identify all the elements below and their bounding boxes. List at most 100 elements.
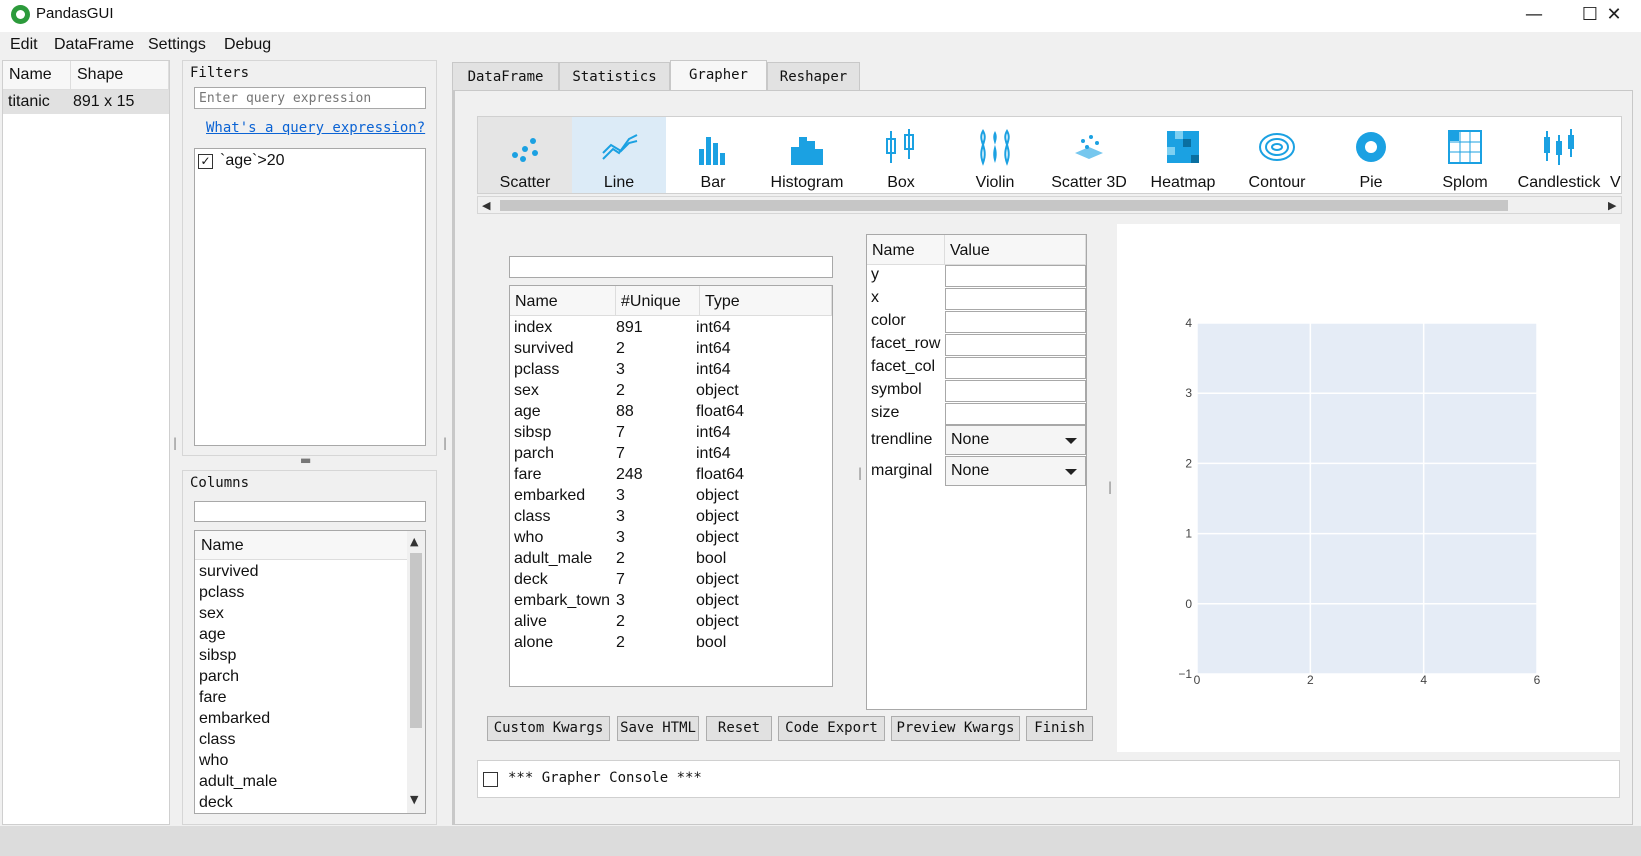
chart-type-violin[interactable]: Violin — [948, 117, 1042, 193]
x-tick-label: 6 — [1534, 673, 1541, 687]
column-list-item[interactable]: fare — [199, 689, 227, 707]
data-column-unique: 7 — [616, 424, 625, 441]
column-list-item[interactable]: pclass — [199, 584, 244, 602]
column-list-item[interactable]: sex — [199, 605, 224, 623]
column-list-item[interactable]: sibsp — [199, 647, 236, 665]
data-col-header-unique[interactable]: #Unique — [616, 286, 700, 316]
finish-button[interactable]: Finish — [1026, 716, 1093, 741]
kwarg-color-input[interactable] — [945, 311, 1086, 333]
chart-type-splom[interactable]: Splom — [1418, 117, 1512, 193]
chart-type-contour[interactable]: Contour — [1230, 117, 1324, 193]
data-column-name: parch — [514, 445, 555, 462]
query-input[interactable] — [194, 87, 426, 109]
plot-area[interactable]: 0246 4 3 2 1 0 −1 — [1117, 224, 1620, 752]
menu-edit[interactable]: Edit — [10, 36, 38, 54]
splitter-handle[interactable]: | — [1108, 480, 1112, 494]
df-header-name[interactable]: Name — [3, 61, 71, 90]
query-help-link[interactable]: What's a query expression? — [206, 120, 425, 136]
splitter-handle[interactable]: | — [173, 436, 177, 450]
column-list-item[interactable]: deck — [199, 794, 233, 812]
menu-settings[interactable]: Settings — [148, 36, 206, 54]
kwarg-marginal-select[interactable]: None — [945, 456, 1086, 486]
filter-expression[interactable]: `age`>20 — [220, 152, 285, 170]
column-list-item[interactable]: class — [199, 731, 235, 749]
kwarg-facet-col-input[interactable] — [945, 357, 1086, 379]
scroll-thumb[interactable] — [500, 200, 1508, 211]
save-html-button[interactable]: Save HTML — [617, 716, 699, 741]
kwarg-trendline-select[interactable]: None — [945, 425, 1086, 455]
df-header-shape[interactable]: Shape — [71, 61, 169, 90]
chart-type-label: Pie — [1359, 174, 1383, 191]
data-column-name: embark_town — [514, 592, 611, 609]
chart-type-line[interactable]: Line — [572, 117, 666, 193]
code-export-button[interactable]: Code Export — [778, 716, 885, 741]
violin-icon — [975, 127, 1015, 167]
data-column-type: object — [696, 382, 739, 399]
chart-type-bar[interactable]: Bar — [666, 117, 760, 193]
column-list-header[interactable]: Name — [195, 531, 407, 560]
column-list-item[interactable]: survived — [199, 563, 259, 581]
tab-statistics[interactable]: Statistics — [559, 62, 670, 90]
y-tick-label: 4 — [1185, 316, 1192, 330]
filter-checkbox[interactable]: ✓ — [198, 154, 213, 169]
column-list-scrollbar[interactable]: ▲ ▼ — [407, 531, 425, 813]
data-column-unique: 248 — [616, 466, 643, 483]
tab-grapher[interactable]: Grapher — [670, 60, 767, 90]
data-column-unique: 2 — [616, 613, 625, 630]
chart-type-heatmap[interactable]: Heatmap — [1136, 117, 1230, 193]
data-column-search-input[interactable] — [509, 256, 833, 278]
data-column-type: float64 — [696, 466, 745, 483]
column-list-item[interactable]: who — [199, 752, 228, 770]
chart-type-scatter-3d[interactable]: Scatter 3D — [1042, 117, 1136, 193]
column-list-item[interactable]: parch — [199, 668, 239, 686]
data-col-header-name[interactable]: Name — [510, 286, 616, 316]
scroll-right-icon[interactable]: ▶ — [1608, 199, 1616, 212]
x-tick-label: 4 — [1420, 673, 1427, 687]
column-list-item[interactable]: embarked — [199, 710, 270, 728]
kwarg-y-input[interactable] — [945, 265, 1086, 287]
chart-type-label: Violin — [975, 174, 1015, 191]
tab-dataframe[interactable]: DataFrame — [452, 62, 559, 90]
window-title: PandasGUI — [36, 5, 114, 22]
kwargs-header-value[interactable]: Value — [945, 235, 1086, 265]
splom-icon — [1445, 127, 1485, 167]
chart-type-scrollbar[interactable]: ◀ ▶ — [477, 196, 1622, 214]
kwarg-x-input[interactable] — [945, 288, 1086, 310]
kwarg-size-input[interactable] — [945, 403, 1086, 425]
data-column-unique: 88 — [616, 403, 634, 420]
console-checkbox[interactable] — [483, 772, 498, 787]
dataframe-row[interactable]: titanic 891 x 15 — [3, 90, 169, 114]
column-search-input[interactable] — [194, 501, 426, 522]
menu-debug[interactable]: Debug — [224, 36, 271, 54]
chart-type-candlestick[interactable]: Candlestick — [1512, 117, 1606, 193]
scroll-down-icon[interactable]: ▼ — [410, 793, 418, 806]
splitter-handle[interactable]: | — [858, 466, 862, 480]
preview-kwargs-button[interactable]: Preview Kwargs — [891, 716, 1020, 741]
scroll-left-icon[interactable]: ◀ — [482, 199, 490, 212]
menu-bar: Edit DataFrame Settings Debug — [0, 32, 1641, 58]
dataframe-list: Name Shape titanic 891 x 15 — [2, 60, 170, 825]
chart-type-pie[interactable]: Pie — [1324, 117, 1418, 193]
close-button[interactable]: ✕ — [1590, 0, 1638, 32]
kwarg-marginal-value: None — [951, 462, 990, 479]
kwarg-facet-row-input[interactable] — [945, 334, 1086, 356]
data-col-header-type[interactable]: Type — [700, 286, 832, 316]
chart-type-v[interactable]: V — [1606, 117, 1621, 193]
data-column-unique: 7 — [616, 445, 625, 462]
splitter-handle[interactable]: | — [443, 436, 447, 450]
chart-type-box[interactable]: Box — [854, 117, 948, 193]
menu-dataframe[interactable]: DataFrame — [54, 36, 134, 54]
dataframe-name: titanic — [8, 93, 50, 110]
chart-type-scatter[interactable]: Scatter — [478, 117, 572, 193]
reset-button[interactable]: Reset — [706, 716, 772, 741]
column-list-item[interactable]: age — [199, 626, 226, 644]
chart-type-histogram[interactable]: Histogram — [760, 117, 854, 193]
minimize-button[interactable]: — — [1506, 0, 1562, 32]
tab-reshaper[interactable]: Reshaper — [767, 62, 860, 90]
scroll-up-icon[interactable]: ▲ — [410, 535, 418, 548]
scroll-thumb[interactable] — [410, 553, 422, 728]
custom-kwargs-button[interactable]: Custom Kwargs — [487, 716, 610, 741]
kwarg-symbol-input[interactable] — [945, 380, 1086, 402]
kwargs-header-name[interactable]: Name — [867, 235, 945, 265]
column-list-item[interactable]: adult_male — [199, 773, 277, 791]
